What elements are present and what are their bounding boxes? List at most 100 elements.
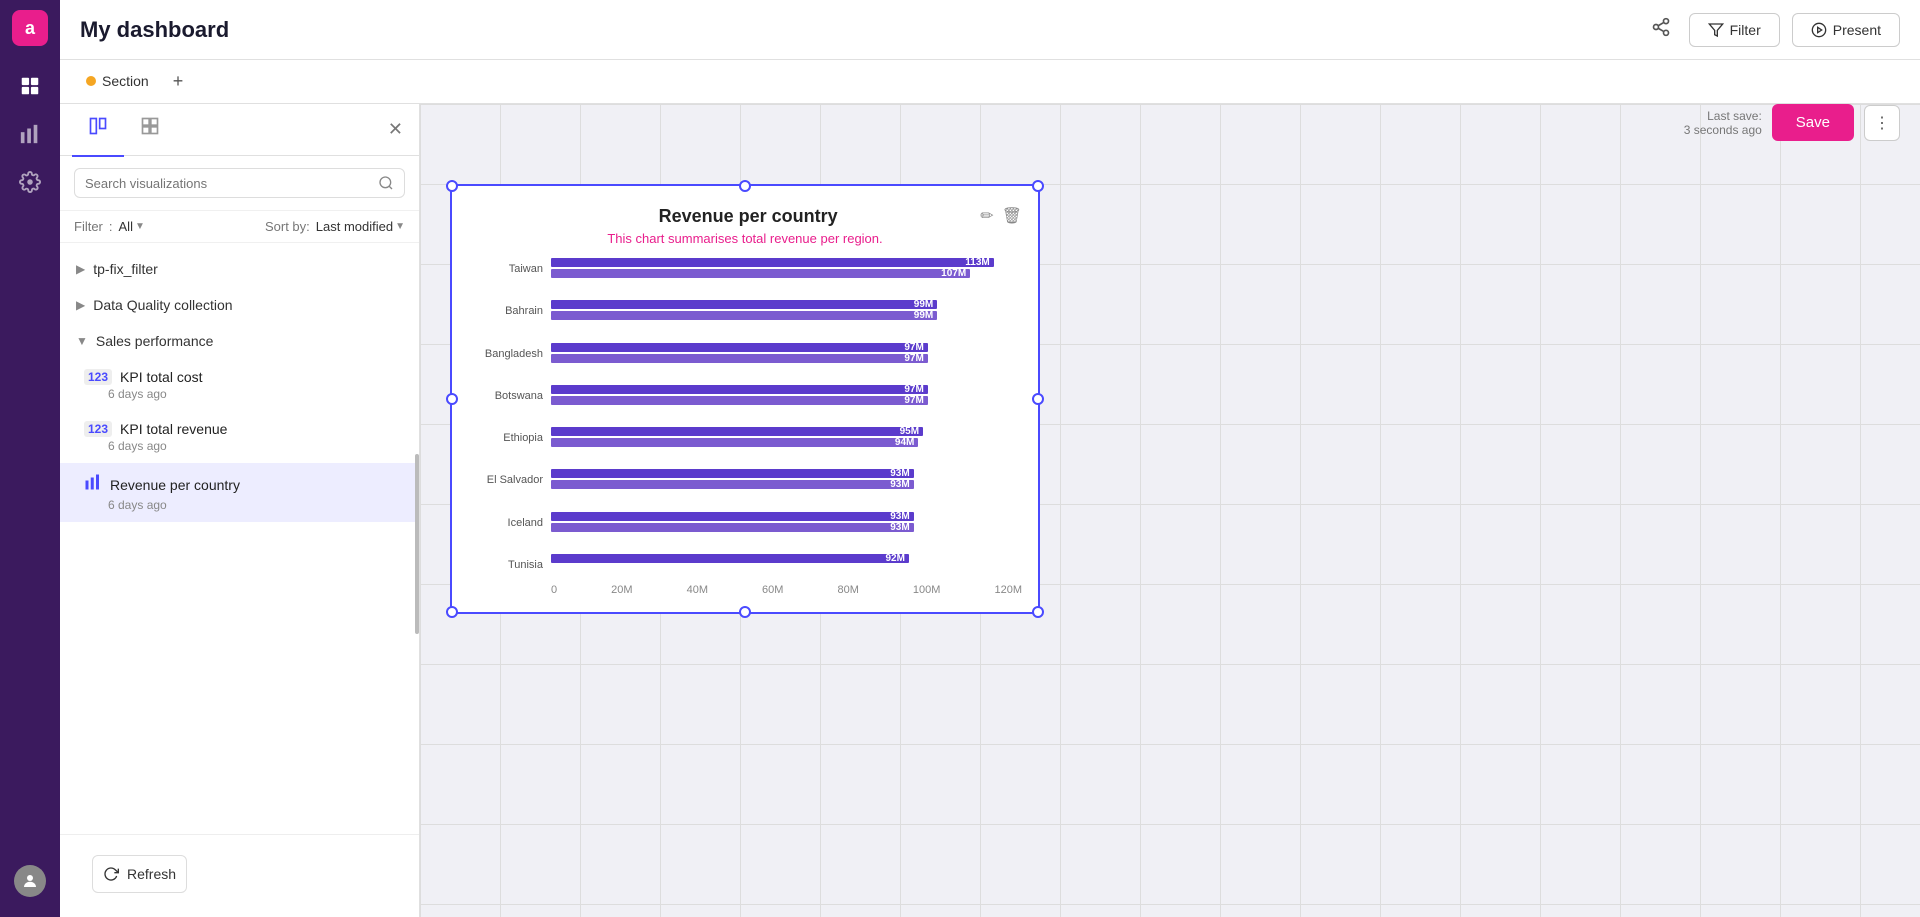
bar-row: Ethiopia95M94M [468,427,1022,449]
panel-close-button[interactable]: ✕ [384,115,407,144]
bar-track: 97M97M [551,385,1022,407]
resize-handle-tc[interactable] [739,180,751,192]
refresh-button[interactable]: Refresh [92,855,187,893]
chart-inner: Revenue per country ✏ 🗑 This chart summa… [452,186,1038,612]
bar-fill-secondary: 97M [551,354,928,363]
sidebar: a [0,0,60,917]
user-avatar[interactable] [14,865,46,897]
panel-tabs: ✕ [60,104,419,156]
bar-fill-secondary: 94M [551,438,918,447]
visualization-list: ▶ tp-fix_filter ▶ Data Quality collectio… [60,243,419,834]
bar-country-label: Tunisia [468,559,543,571]
bar-row: Bahrain99M99M [468,300,1022,322]
bar-row: Tunisia 92M [468,554,1022,576]
group-caret: ▼ [76,334,88,348]
bar-country-label: Bangladesh [468,348,543,360]
viz-item-kpi-cost[interactable]: 123 KPI total cost 6 days ago [60,359,419,411]
chart-actions: ✏ 🗑 [980,206,1022,226]
bar-fill-primary: 97M [551,385,928,394]
chart-title-row: Revenue per country ✏ 🗑 [468,206,1022,227]
group-data-quality[interactable]: ▶ Data Quality collection [60,287,419,323]
chart-widget: Revenue per country ✏ 🗑 This chart summa… [450,184,1040,614]
save-info: Last save: 3 seconds ago [1684,109,1762,137]
bar-fill-primary: 93M [551,469,914,478]
bar-country-label: Bahrain [468,305,543,317]
filter-button[interactable]: Filter [1689,13,1780,47]
group-caret: ▶ [76,298,85,312]
viz-item-kpi-revenue[interactable]: 123 KPI total revenue 6 days ago [60,411,419,463]
chart-delete-button[interactable]: 🗑 [1002,206,1022,226]
present-button[interactable]: Present [1792,13,1900,47]
sort-caret: ▼ [395,221,405,232]
resize-handle-tl[interactable] [446,180,458,192]
viz-icon-kpi-cost: 123 [84,369,112,385]
group-sales-performance[interactable]: ▼ Sales performance [60,323,419,359]
x-axis: 020M40M60M80M100M120M [468,584,1022,596]
share-button[interactable] [1645,11,1677,48]
bar-track: 93M93M [551,469,1022,491]
bar-fill-secondary: 93M [551,523,914,532]
bar-country-label: Botswana [468,390,543,402]
bar-fill-secondary: 107M [551,269,970,278]
chart-title: Revenue per country [516,206,980,227]
bar-fill-primary: 97M [551,343,928,352]
chart-edit-button[interactable]: ✏ [980,206,993,226]
panel-tab-visualizations[interactable] [72,102,124,157]
bar-fill-secondary: 99M [551,311,937,320]
sidebar-icon-dashboard[interactable] [10,66,50,106]
app-logo[interactable]: a [12,10,48,46]
bar-fill-secondary: 97M [551,396,928,405]
resize-handle-br[interactable] [1032,606,1044,618]
page-title: My dashboard [80,17,1645,43]
tab-bar: Section + [60,60,1920,104]
section-dot [86,76,96,86]
canvas-grid: Revenue per country ✏ 🗑 This chart summa… [420,104,1920,917]
bar-country-label: Iceland [468,517,543,529]
resize-handle-bc[interactable] [739,606,751,618]
bar-fill-primary: 92M [551,554,909,563]
x-axis-label: 100M [913,584,941,596]
panel-tab-layout[interactable] [124,102,176,157]
bar-row: El Salvador93M93M [468,469,1022,491]
x-axis-label: 60M [762,584,783,596]
x-axis-label: 0 [551,584,557,596]
search-icon [378,175,394,191]
viz-icon-kpi-revenue: 123 [84,421,112,437]
search-input[interactable] [85,176,370,191]
bar-row: Bangladesh 97M 97M [468,343,1022,365]
more-options-button[interactable]: ⋮ [1864,105,1900,141]
resize-handle-bl[interactable] [446,606,458,618]
resize-handle-mr[interactable] [1032,393,1044,405]
bar-country-label: Ethiopia [468,432,543,444]
bar-track: 93M93M [551,512,1022,534]
refresh-icon [103,866,119,882]
bar-chart: Taiwan113M107MBahrain99M99MBangladesh97M… [468,258,1022,576]
sidebar-icon-chart[interactable] [10,114,50,154]
viz-item-revenue-country[interactable]: Revenue per country 6 days ago [60,463,419,522]
bar-fill-primary: 99M [551,300,937,309]
header: My dashboard Filter Present [60,0,1920,60]
viz-icon-revenue-country [84,473,102,496]
bar-row: Iceland 93M93M [468,512,1022,534]
resize-handle-tr[interactable] [1032,180,1044,192]
header-actions: Filter Present [1645,11,1900,48]
filter-dropdown[interactable]: All ▼ [119,219,145,234]
bar-track: 95M94M [551,427,1022,449]
bar-track: 99M99M [551,300,1022,322]
bar-fill-primary: 113M [551,258,994,267]
x-axis-label: 20M [611,584,632,596]
group-tp-fix-filter[interactable]: ▶ tp-fix_filter [60,251,419,287]
sidebar-bottom [14,865,46,897]
main-canvas: Revenue per country ✏ 🗑 This chart summa… [420,104,1920,917]
tab-section[interactable]: Section [72,65,163,99]
save-button[interactable]: Save [1772,104,1854,141]
search-area [60,156,419,211]
bar-track: 92M [551,554,1022,576]
sort-dropdown[interactable]: Last modified ▼ [316,219,405,234]
bar-fill-primary: 95M [551,427,923,436]
resize-handle-ml[interactable] [446,393,458,405]
search-box [74,168,405,198]
sidebar-icon-settings[interactable] [10,162,50,202]
add-tab-button[interactable]: + [163,67,194,96]
bar-row: Botswana97M97M [468,385,1022,407]
